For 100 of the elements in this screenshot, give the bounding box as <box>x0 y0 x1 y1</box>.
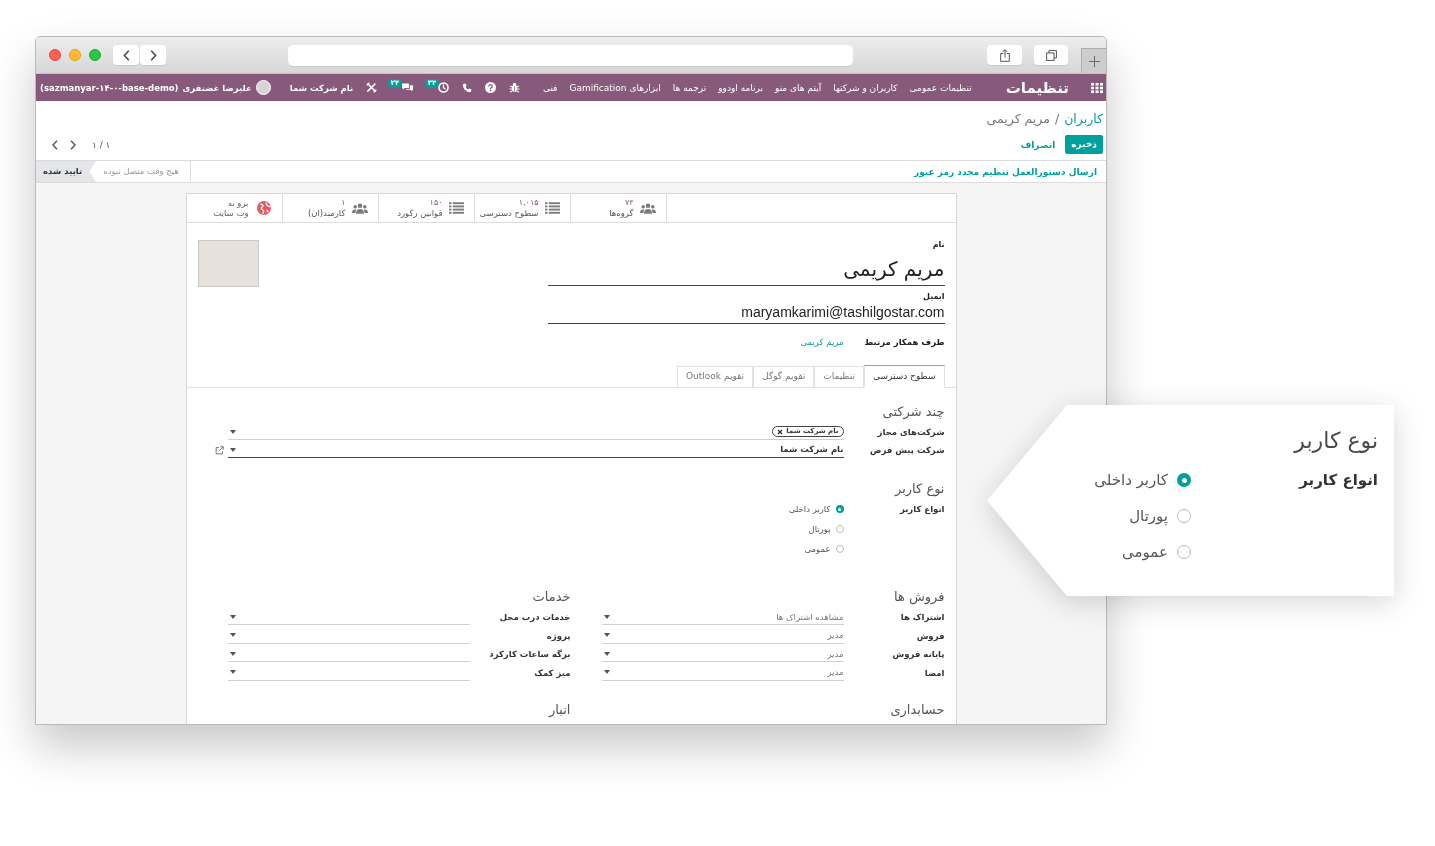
field-label: پروژه <box>545 629 571 642</box>
help-icon[interactable] <box>485 82 497 93</box>
menu-item[interactable]: تنظیمات عمومی <box>909 81 972 94</box>
option-label[interactable]: عمومی <box>1122 542 1168 562</box>
tab[interactable]: تقویم گوگل <box>753 366 815 388</box>
caret-down-icon[interactable] <box>603 651 610 656</box>
caret-down-icon[interactable] <box>229 447 236 452</box>
radio-button[interactable] <box>835 545 844 553</box>
globe-icon <box>256 201 271 215</box>
grid-menu-icon[interactable] <box>1091 82 1103 93</box>
section-title: خدمات <box>531 588 571 605</box>
chevron-right-icon[interactable] <box>70 139 76 150</box>
save-button[interactable]: ذخیره <box>1065 135 1103 154</box>
select-field[interactable]: مدیر <box>601 664 844 681</box>
list-icon <box>544 202 560 214</box>
caret-down-icon[interactable] <box>229 429 236 434</box>
tab[interactable]: تقویم Outlook <box>677 366 754 388</box>
default-company-field[interactable]: نام شرکت شما <box>227 442 844 458</box>
select-field[interactable]: مدیر <box>601 646 844 663</box>
company-switcher[interactable]: نام شرکت شما <box>289 81 354 94</box>
user-avatar[interactable] <box>255 80 271 95</box>
share-icon <box>999 48 1010 62</box>
forward-button[interactable] <box>140 45 166 65</box>
tab[interactable]: سطوح دسترسی <box>863 365 945 388</box>
menu-item[interactable]: ترجمه ها <box>672 81 707 94</box>
caret-down-icon[interactable] <box>603 670 610 675</box>
radio-button[interactable] <box>835 525 844 533</box>
chat-icon[interactable] <box>401 82 415 93</box>
back-button[interactable] <box>113 45 139 65</box>
field-label: طرف همکار مرتبط <box>863 336 945 348</box>
email-field[interactable]: maryamkarimi@tashilgostar.com <box>547 303 945 324</box>
select-field[interactable]: مشاهده اشتراک ها <box>601 609 844 626</box>
field-label: نام <box>931 239 945 251</box>
option-label[interactable]: پورتال <box>808 523 831 535</box>
list-icon <box>448 202 464 214</box>
discard-button[interactable]: انصراف <box>1020 138 1056 151</box>
option-label[interactable]: کاربر داخلی <box>788 503 831 515</box>
section-title: انبار <box>547 701 571 718</box>
tabs-button[interactable] <box>1034 45 1068 65</box>
website-button[interactable]: برو به وب سایت <box>186 194 283 222</box>
option-label[interactable]: عمومی <box>804 543 831 555</box>
option-label[interactable]: کاربر داخلی <box>1094 470 1168 490</box>
menu-item[interactable]: ابزارهای Gamification <box>569 81 661 94</box>
field-label: امضا <box>923 666 945 679</box>
breadcrumb-separator: / <box>1054 111 1060 127</box>
status-stage[interactable]: تایید شده <box>36 161 97 182</box>
caret-down-icon[interactable] <box>603 633 610 638</box>
caret-down-icon[interactable] <box>229 633 236 638</box>
menu-item[interactable]: برنامه اودوو <box>718 81 763 94</box>
stat-button[interactable]: ۱,۰۱۵ سطوح دسترسی <box>474 194 571 222</box>
field-label: اشتراک ها <box>899 611 945 624</box>
caret-down-icon[interactable] <box>229 670 236 675</box>
field-label: برگه ساعات کارکرد <box>488 648 571 661</box>
breadcrumb-link[interactable]: کاربران <box>1064 111 1103 127</box>
tab[interactable]: تنظیمات <box>814 366 864 388</box>
bug-icon[interactable] <box>509 82 521 93</box>
caret-down-icon[interactable] <box>229 614 236 619</box>
menu-item[interactable]: کاربران و شرکتها <box>833 81 898 94</box>
radio-button[interactable] <box>1177 473 1191 487</box>
phone-icon[interactable] <box>462 82 473 93</box>
menu-item[interactable]: فنی <box>542 81 558 94</box>
crossed-tools-icon[interactable] <box>366 82 378 93</box>
share-button[interactable] <box>987 45 1022 65</box>
chevron-left-icon[interactable] <box>52 139 58 150</box>
section-title: نوع کاربر <box>893 480 945 497</box>
remove-icon[interactable] <box>777 428 784 435</box>
field-label: شرکت‌های مجاز <box>876 426 945 438</box>
clock-icon[interactable] <box>438 82 450 93</box>
stat-button[interactable]: ۱ کارمند(ان) <box>282 194 379 222</box>
field-label: انواع کاربر <box>1297 470 1378 490</box>
radio-button[interactable] <box>835 505 844 513</box>
app-title[interactable]: تنظیمات <box>1005 77 1069 98</box>
external-link-icon[interactable] <box>214 445 224 455</box>
section-title: حسابداری <box>889 701 945 718</box>
option-label[interactable]: پورتال <box>1129 506 1168 526</box>
radio-button[interactable] <box>1177 509 1191 523</box>
tabs-icon <box>1045 49 1057 61</box>
section-title: نوع کاربر <box>1292 427 1378 455</box>
partner-link[interactable]: مریم کریمی <box>800 336 844 348</box>
field-label: خدمات درب محل <box>498 611 571 624</box>
select-field[interactable]: مدیر <box>601 627 844 644</box>
reset-password-link[interactable]: ارسال دستورالعمل تنظیم مجدد رمز عبور <box>914 165 1097 178</box>
field-label: انواع کاربر <box>898 503 945 515</box>
close-window-icon[interactable] <box>49 49 61 61</box>
stat-button[interactable]: ۷۴ گروه‌ها <box>570 194 667 222</box>
caret-down-icon[interactable] <box>603 614 610 619</box>
stat-button[interactable]: ۱۵۰ قوانین رکورد <box>378 194 475 222</box>
new-tab-button[interactable] <box>1081 48 1106 73</box>
photo-placeholder <box>197 240 259 287</box>
user-name[interactable]: علیرضا غضنفری <box>182 81 252 94</box>
field-label: پایانه فروش <box>891 648 945 661</box>
caret-down-icon[interactable] <box>229 651 236 656</box>
field-label: میز کمک <box>533 666 571 679</box>
field-label: ایمیل <box>922 291 945 303</box>
menu-item[interactable]: آیتم های منو <box>775 81 822 94</box>
radio-button[interactable] <box>1177 545 1191 559</box>
plus-icon <box>1088 55 1100 67</box>
chevron-left-icon <box>122 49 130 61</box>
field-label: فروش <box>915 629 945 642</box>
name-field[interactable]: مریم کریمی <box>547 251 945 286</box>
